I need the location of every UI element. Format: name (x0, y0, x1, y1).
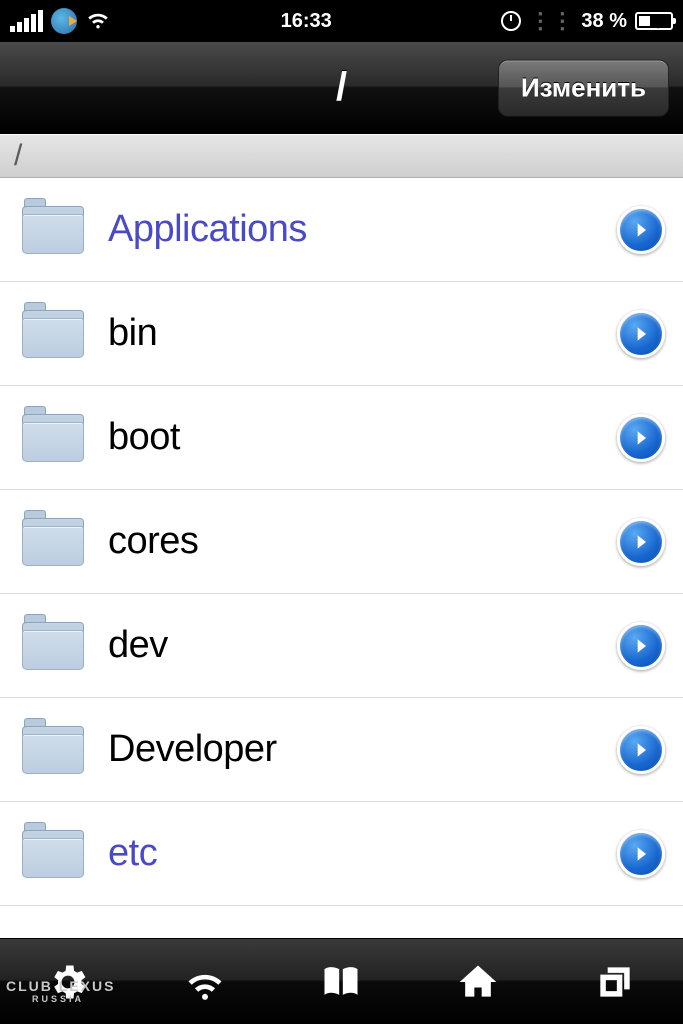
folder-icon (22, 414, 84, 462)
list-item[interactable]: dev (0, 594, 683, 698)
folder-icon (22, 310, 84, 358)
folder-name: etc (108, 832, 617, 875)
folder-icon (22, 726, 84, 774)
watermark: CLUB LEXUS RUSSIA (6, 978, 115, 1004)
path-bar: / (0, 134, 683, 178)
home-button[interactable] (446, 950, 510, 1014)
battery-icon: ↯ (635, 12, 673, 30)
folder-icon (22, 518, 84, 566)
list-item[interactable]: boot (0, 386, 683, 490)
folder-name: cores (108, 520, 617, 563)
list-item[interactable]: etc (0, 802, 683, 906)
windows-button[interactable] (583, 950, 647, 1014)
chevron-right-icon (631, 738, 651, 762)
nav-title: / (336, 65, 347, 110)
detail-button[interactable] (617, 518, 665, 566)
bookmarks-button[interactable] (309, 950, 373, 1014)
folder-name: dev (108, 624, 617, 667)
detail-button[interactable] (617, 414, 665, 462)
detail-button[interactable] (617, 726, 665, 774)
folder-list: Applications bin boot cores dev (0, 178, 683, 938)
status-time: 16:33 (281, 10, 332, 33)
folder-icon (22, 830, 84, 878)
list-item[interactable]: bin (0, 282, 683, 386)
folder-icon (22, 622, 84, 670)
chevron-right-icon (631, 842, 651, 866)
list-item[interactable]: Developer (0, 698, 683, 802)
wifi-icon (85, 5, 111, 37)
detail-button[interactable] (617, 206, 665, 254)
folder-name: bin (108, 312, 617, 355)
detail-button[interactable] (617, 622, 665, 670)
folder-name: Applications (108, 208, 617, 251)
chevron-right-icon (631, 426, 651, 450)
book-icon (319, 960, 363, 1004)
battery-percent: 38 % (581, 10, 627, 33)
chevron-right-icon (631, 530, 651, 554)
chevron-right-icon (631, 218, 651, 242)
list-item[interactable]: Applications (0, 178, 683, 282)
navigation-bar: / Изменить (0, 42, 683, 134)
alarm-icon (501, 11, 521, 31)
list-item[interactable]: cores (0, 490, 683, 594)
detail-button[interactable] (617, 310, 665, 358)
detail-button[interactable] (617, 830, 665, 878)
folder-name: boot (108, 416, 617, 459)
status-bar: 16:33 ⋮⋮ 38 % ↯ (0, 0, 683, 42)
folder-name: Developer (108, 728, 617, 771)
windows-icon (593, 960, 637, 1004)
signal-icon (10, 10, 43, 32)
folder-icon (22, 206, 84, 254)
wifi-button[interactable] (173, 950, 237, 1014)
chevron-right-icon (631, 634, 651, 658)
home-icon (456, 960, 500, 1004)
chevron-right-icon (631, 322, 651, 346)
edit-button[interactable]: Изменить (498, 59, 669, 116)
bluetooth-icon: ⋮⋮ (529, 8, 573, 34)
wifi-icon (183, 960, 227, 1004)
carrier-icon (51, 8, 77, 34)
